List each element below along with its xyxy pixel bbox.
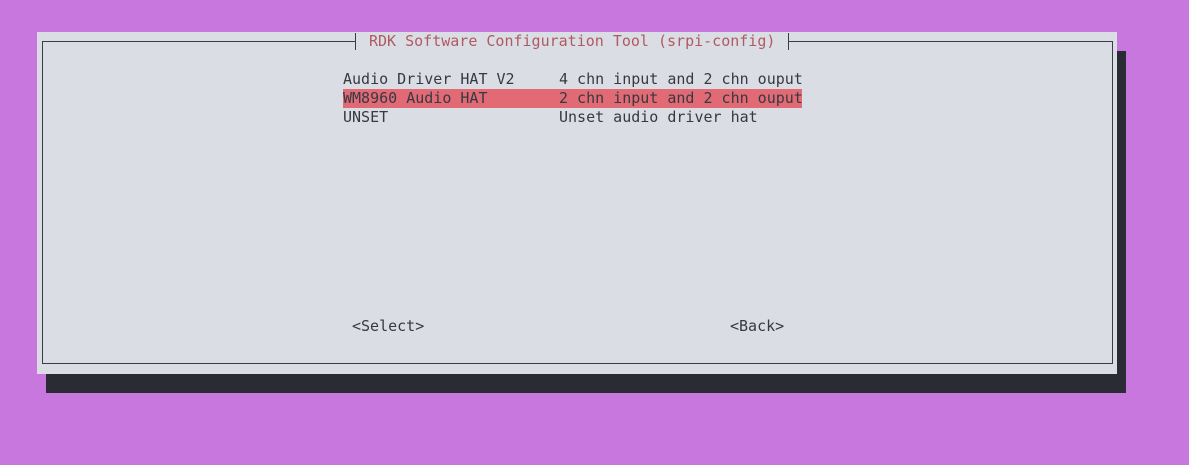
dialog-title-wrap: RDK Software Configuration Tool (srpi-co… [355,32,790,50]
menu-item-name: Audio Driver HAT V2 [343,70,515,88]
menu-item-unset[interactable]: UNSET Unset audio driver hat [343,108,802,127]
select-button[interactable]: <Select> [352,317,424,336]
menu-item-name: UNSET [343,108,389,126]
menu-item-description: Unset audio driver hat [559,108,758,126]
menu-item-audio-driver-hat-v2[interactable]: Audio Driver HAT V2 4 chn input and 2 ch… [343,70,803,89]
menu-item-name: WM8960 Audio HAT [343,89,488,107]
menu-item-description: 2 chn input and 2 chn ouput [559,89,803,107]
menu-item-description: 4 chn input and 2 chn ouput [559,70,803,88]
menu-item-wm8960-audio-hat[interactable]: WM8960 Audio HAT 2 chn input and 2 chn o… [343,89,803,108]
back-button[interactable]: <Back> [730,317,784,336]
audio-driver-menu: Audio Driver HAT V2 4 chn input and 2 ch… [343,70,803,127]
config-dialog: RDK Software Configuration Tool (srpi-co… [37,32,1117,374]
title-right-bar [788,32,790,50]
dialog-title: RDK Software Configuration Tool (srpi-co… [356,32,789,50]
